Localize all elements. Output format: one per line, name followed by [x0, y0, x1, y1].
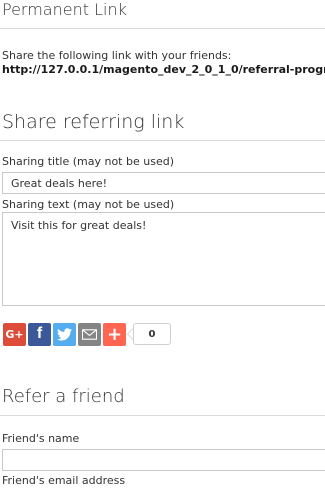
- share-buttons-bar: G+ f + 0: [3, 322, 171, 346]
- sharing-text-textarea[interactable]: Visit this for great deals!: [2, 212, 325, 306]
- refer-friend-heading: Refer a friend: [2, 386, 125, 407]
- divider: [0, 140, 325, 141]
- google-plus-icon: G+: [5, 327, 24, 341]
- share-count: 0: [133, 323, 171, 345]
- facebook-button[interactable]: f: [28, 322, 51, 346]
- page: Permanent Link Share the following link …: [0, 0, 325, 489]
- sharing-title-input[interactable]: [2, 172, 325, 194]
- share-referring-link-heading: Share referring link: [2, 111, 185, 133]
- referral-url[interactable]: http://127.0.0.1/magento_dev_2_0_1_0/ref…: [2, 63, 325, 76]
- envelope-icon: [82, 328, 97, 340]
- sharing-text-label: Sharing text (may not be used): [2, 198, 175, 211]
- divider: [0, 28, 325, 29]
- friend-name-label: Friend's name: [2, 432, 80, 445]
- friend-email-label: Friend's email address: [2, 474, 126, 487]
- share-count-bubble: 0: [127, 323, 171, 345]
- twitter-button[interactable]: [53, 322, 76, 346]
- share-instructions: Share the following link with your frien…: [2, 49, 232, 62]
- bubble-arrow-inner: [128, 329, 133, 339]
- divider: [0, 415, 325, 416]
- google-plus-button[interactable]: G+: [3, 322, 26, 346]
- email-button[interactable]: [78, 322, 101, 346]
- facebook-icon: f: [36, 325, 43, 342]
- twitter-icon: [57, 327, 72, 340]
- more-share-button[interactable]: +: [103, 322, 126, 346]
- sharing-title-label: Sharing title (may not be used): [2, 155, 174, 168]
- plus-icon: +: [106, 323, 123, 345]
- friend-name-input[interactable]: [2, 449, 325, 471]
- permanent-link-heading: Permanent Link: [2, 0, 127, 19]
